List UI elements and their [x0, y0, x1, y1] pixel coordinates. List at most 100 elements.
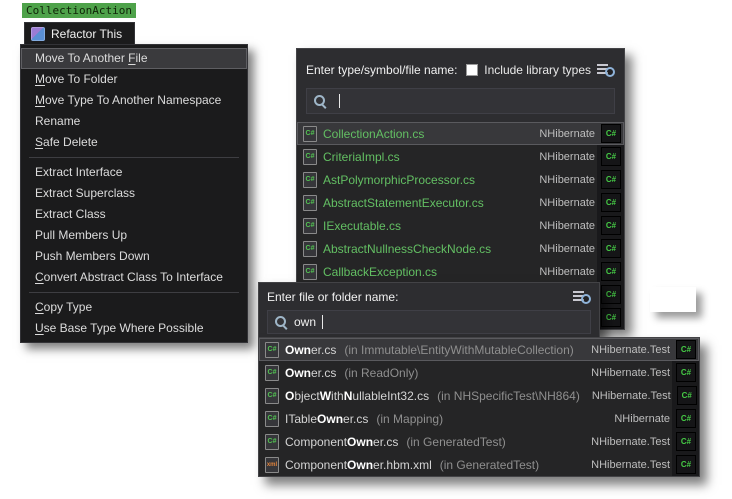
- file-popup-title: Enter file or folder name:: [267, 290, 398, 304]
- menu-item-label: afe Delete: [43, 135, 98, 149]
- file-name: AstPolymorphicProcessor.cs: [323, 173, 475, 187]
- filter-icon[interactable]: [573, 290, 591, 304]
- file-result-row[interactable]: Owner.cs (in Immutable\EntityWithMutable…: [259, 338, 699, 361]
- menu-item-mnemonic: S: [35, 135, 43, 149]
- type-result-row[interactable]: CallbackException.cs NHibernate: [297, 260, 624, 283]
- name-text: er.cs: [311, 366, 336, 380]
- file-result-row[interactable]: ObjectWithNullableInt32.cs (in NHSpecifi…: [259, 384, 699, 407]
- match-highlight: Own: [317, 412, 343, 426]
- project-name: NHibernate.Test: [591, 436, 670, 448]
- menu-item[interactable]: Push Members Down: [21, 246, 247, 267]
- menu-item-label: se Base Type Where Possible: [44, 321, 204, 335]
- csharp-project-icon: [676, 409, 696, 428]
- project-name: NHibernate: [539, 220, 595, 232]
- search-icon: [313, 94, 327, 108]
- menu-item[interactable]: Move Type To Another Namespace: [21, 90, 247, 111]
- file-name: CriteriaImpl.cs: [323, 150, 400, 164]
- goto-file-popup: Enter file or folder name: own: [258, 282, 600, 339]
- csharp-file-icon: [265, 434, 279, 450]
- csharp-file-icon: [303, 126, 317, 142]
- file-result-row[interactable]: ComponentOwner.cs (in GeneratedTest) NHi…: [259, 430, 699, 453]
- file-result-row[interactable]: ComponentOwner.hbm.xml (in GeneratedTest…: [259, 453, 699, 476]
- csharp-file-icon: [303, 172, 317, 188]
- csharp-project-icon: [601, 239, 621, 258]
- include-library-types-checkbox[interactable]: [466, 64, 478, 76]
- menu-item[interactable]: Extract Superclass: [21, 183, 247, 204]
- menu-item[interactable]: Convert Abstract Class To Interface: [21, 267, 247, 288]
- csharp-project-icon: [601, 262, 621, 281]
- file-name: ComponentOwner.hbm.xml: [285, 458, 432, 472]
- csharp-project-icon: [601, 124, 621, 143]
- include-library-types-label: Include library types: [484, 63, 591, 77]
- type-result-row[interactable]: AbstractStatementExecutor.cs NHibernate: [297, 191, 624, 214]
- menu-item[interactable]: Use Base Type Where Possible: [21, 318, 247, 339]
- match-highlight: W: [320, 389, 331, 403]
- csharp-file-icon: [265, 342, 279, 358]
- project-name: NHibernate.Test: [591, 344, 670, 356]
- csharp-project-icon: [676, 455, 696, 474]
- csharp-file-icon: [303, 264, 317, 280]
- file-result-row[interactable]: Owner.cs (in ReadOnly) NHibernate.Test: [259, 361, 699, 384]
- type-result-row[interactable]: AbstractNullnessCheckNode.cs NHibernate: [297, 237, 624, 260]
- csharp-project-icon: [601, 170, 621, 189]
- menu-header-label: Refactor This: [51, 27, 122, 41]
- file-name: Owner.cs: [285, 343, 336, 357]
- menu-item[interactable]: Copy Type: [21, 297, 247, 318]
- csharp-project-icon: [601, 285, 621, 304]
- menu-item[interactable]: Move To Folder: [21, 69, 247, 90]
- type-search-field[interactable]: [306, 88, 615, 114]
- menu-item-label: Extract Class: [35, 207, 106, 221]
- file-search-field[interactable]: own: [267, 310, 591, 334]
- csharp-project-icon: [601, 147, 621, 166]
- menu-item-label: Move To Another: [35, 51, 128, 65]
- menu-item-label: Extract Superclass: [35, 186, 135, 200]
- file-results-list: Owner.cs (in Immutable\EntityWithMutable…: [258, 337, 700, 477]
- menu-item-label: onvert Abstract Class To Interface: [44, 270, 223, 284]
- menu-item[interactable]: Extract Class: [21, 204, 247, 225]
- match-highlight: Own: [347, 435, 373, 449]
- file-popup-header: Enter file or folder name:: [267, 287, 591, 307]
- match-highlight: Own: [285, 366, 311, 380]
- type-popup-title: Enter type/symbol/file name:: [306, 63, 457, 77]
- filter-icon[interactable]: [597, 63, 615, 77]
- menu-item[interactable]: Extract Interface: [21, 162, 247, 183]
- screenshot-root: { "colors": { "symbol-bg": "#4ea24a", "f…: [0, 0, 732, 499]
- menu-separator: [29, 157, 239, 158]
- file-name: ObjectWithNullableInt32.cs: [285, 389, 429, 403]
- name-text: ith: [331, 389, 344, 403]
- menu-item[interactable]: Pull Members Up: [21, 225, 247, 246]
- menu-item-mnemonic: U: [35, 321, 44, 335]
- project-name: NHibernate: [539, 174, 595, 186]
- file-name: ITableOwner.cs: [285, 412, 368, 426]
- background-window-fragment: [650, 287, 696, 312]
- file-location: (in GeneratedTest): [440, 458, 539, 472]
- menu-item[interactable]: Rename: [21, 111, 247, 132]
- refactor-icon: [31, 27, 45, 41]
- type-result-row[interactable]: IExecutable.cs NHibernate: [297, 214, 624, 237]
- csharp-project-icon: [676, 363, 696, 382]
- file-name: ComponentOwner.cs: [285, 435, 398, 449]
- csharp-file-icon: [265, 411, 279, 427]
- search-icon: [274, 315, 288, 329]
- csharp-project-icon: [601, 216, 621, 235]
- file-name: IExecutable.cs: [323, 219, 401, 233]
- refactor-menu-list: Move To Another File Move To Folder Move…: [21, 48, 247, 339]
- menu-item-label: Rename: [35, 114, 80, 128]
- file-result-row[interactable]: ITableOwner.cs (in Mapping) NHibernate: [259, 407, 699, 430]
- menu-item-label: ile: [136, 51, 148, 65]
- type-result-row[interactable]: AstPolymorphicProcessor.cs NHibernate: [297, 168, 624, 191]
- project-name: NHibernate.Test: [591, 367, 670, 379]
- file-location: (in NHSpecificTest\NH864): [437, 389, 580, 403]
- project-name: NHibernate: [614, 413, 670, 425]
- menu-item-label: ove Type To Another Namespace: [45, 93, 221, 107]
- type-result-row[interactable]: CriteriaImpl.cs NHibernate: [297, 145, 624, 168]
- type-result-row[interactable]: CollectionAction.cs NHibernate: [297, 122, 624, 145]
- text-caret: [339, 94, 340, 108]
- menu-item[interactable]: Move To Another File: [21, 48, 247, 69]
- menu-item-mnemonic: C: [35, 300, 44, 314]
- menu-item[interactable]: Safe Delete: [21, 132, 247, 153]
- file-location: (in ReadOnly): [344, 366, 418, 380]
- csharp-project-icon: [676, 340, 696, 359]
- refactor-this-menu-header[interactable]: Refactor This: [24, 22, 135, 44]
- file-search-value: own: [294, 315, 316, 329]
